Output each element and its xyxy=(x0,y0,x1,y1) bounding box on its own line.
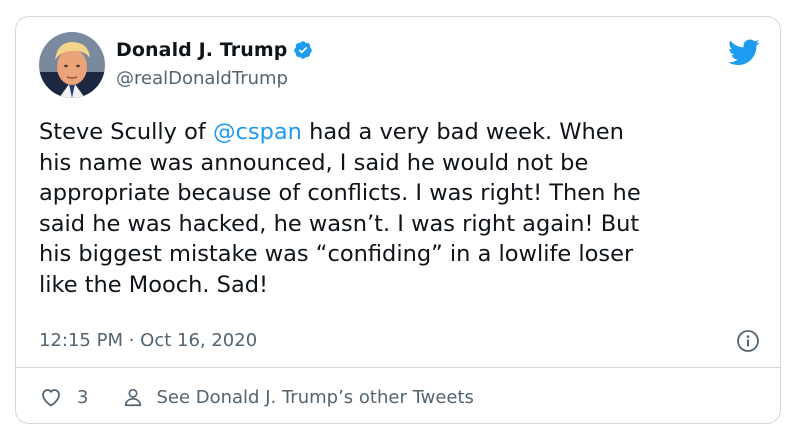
avatar[interactable] xyxy=(39,32,105,98)
tweet-actions: 3 See Donald J. Trump’s other Tweets xyxy=(39,385,474,409)
twitter-bird-icon[interactable] xyxy=(728,39,760,66)
tweet-timestamp[interactable]: 12:15 PM · Oct 16, 2020 xyxy=(39,330,257,351)
tweet-text-part: had a very bad week. When his name was a… xyxy=(39,119,641,298)
heart-icon[interactable] xyxy=(39,385,63,409)
person-icon xyxy=(125,388,142,407)
avatar-image xyxy=(39,32,105,98)
author-handle[interactable]: @realDonaldTrump xyxy=(116,68,288,89)
info-icon[interactable] xyxy=(736,329,760,353)
like-count: 3 xyxy=(77,386,89,408)
tweet-card: Donald J. Trump @realDonaldTrump Steve S… xyxy=(15,16,781,424)
see-other-tweets-link[interactable]: See Donald J. Trump’s other Tweets xyxy=(122,386,474,408)
mention-link[interactable]: @cspan xyxy=(213,119,302,145)
author-name[interactable]: Donald J. Trump xyxy=(116,39,287,61)
divider xyxy=(16,367,780,368)
verified-badge-icon xyxy=(294,41,313,59)
see-other-tweets-label: See Donald J. Trump’s other Tweets xyxy=(156,386,474,408)
tweet-text: Steve Scully of @cspan had a very bad we… xyxy=(39,117,759,300)
author-row: Donald J. Trump xyxy=(116,39,313,61)
tweet-text-part: Steve Scully of xyxy=(39,119,213,145)
